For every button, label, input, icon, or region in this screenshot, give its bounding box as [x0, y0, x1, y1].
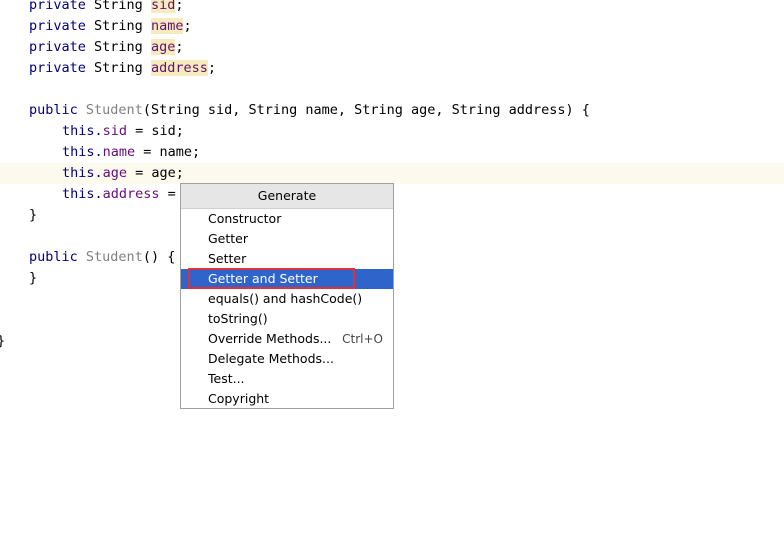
class-name: Student — [85, 102, 143, 118]
field-sid: sid — [150, 0, 176, 13]
code-line-assign-name: this.name = name; — [62, 144, 201, 160]
code-line-assign-age: this.age = age; — [0, 163, 784, 184]
field-name: name — [150, 18, 184, 34]
menu-item-label: Setter — [208, 251, 247, 266]
menu-item-constructor[interactable]: Constructor — [181, 209, 393, 229]
menu-item-label: Constructor — [208, 211, 282, 226]
menu-item-test[interactable]: Test... — [181, 369, 393, 389]
code-line-assign-sid: this.sid = sid; — [62, 123, 184, 139]
popup-title: Generate — [181, 184, 393, 209]
menu-item-getter[interactable]: Getter — [181, 229, 393, 249]
menu-item-label: toString() — [208, 311, 268, 326]
menu-item-label: Getter — [208, 231, 249, 246]
menu-item-label: Copyright — [208, 391, 270, 406]
menu-item-tostring[interactable]: toString() — [181, 309, 393, 329]
code-line-constructor: public Student(String sid, String name, … — [29, 102, 590, 118]
menu-item-label: equals() and hashCode() — [208, 291, 363, 306]
menu-item-equals-and-hashcode[interactable]: equals() and hashCode() — [181, 289, 393, 309]
code-line-field-age: private String age; — [29, 39, 184, 55]
field-age: age — [150, 39, 176, 55]
menu-item-setter[interactable]: Setter — [181, 249, 393, 269]
generate-menu-list: Constructor Getter Setter Getter and Setter… — [181, 209, 393, 409]
code-line-field-sid: private String sid; — [0, 0, 784, 16]
code-line-field-name: private String name; — [29, 18, 192, 34]
highlight-annotation-box — [188, 268, 355, 289]
field-address: address — [150, 60, 208, 76]
menu-item-label: Override Methods... — [208, 331, 332, 346]
menu-item-label: Test... — [208, 371, 245, 386]
menu-item-delegate-methods[interactable]: Delegate Methods... — [181, 349, 393, 369]
menu-item-label: Delegate Methods... — [208, 351, 334, 366]
generate-popup: Generate Constructor Getter Setter Getter a… — [180, 183, 394, 409]
menu-item-copyright[interactable]: Copyright — [181, 389, 393, 409]
menu-item-override-methods[interactable]: Override Methods... Ctrl+O — [181, 329, 393, 349]
menu-item-shortcut: Ctrl+O — [342, 332, 383, 346]
code-line-field-address: private String address; — [29, 60, 217, 76]
